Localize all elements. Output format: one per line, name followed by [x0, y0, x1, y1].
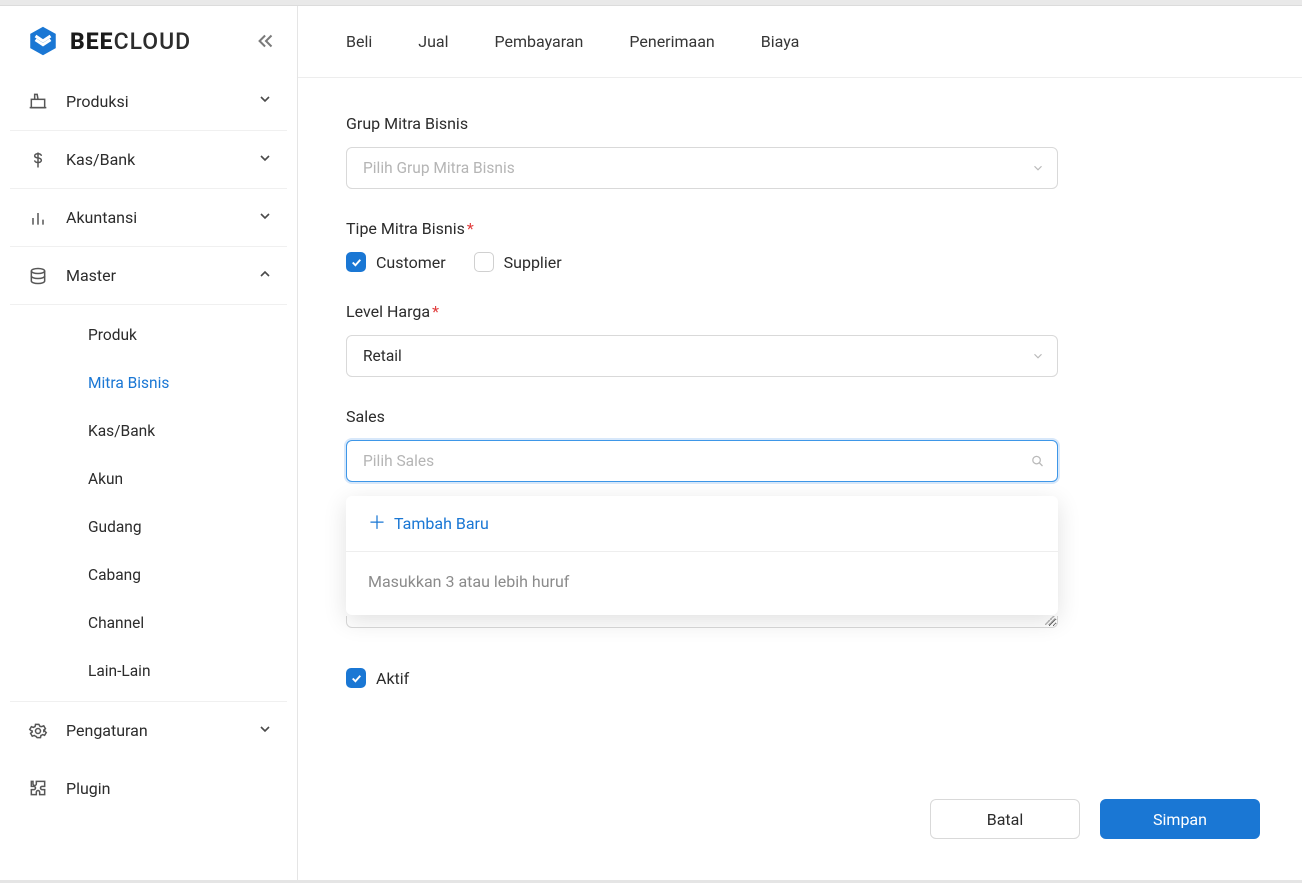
- field-tipe-mitra: Tipe Mitra Bisnis* Customer: [346, 219, 1058, 272]
- check-icon: [350, 256, 363, 269]
- chevron-down-icon: [1031, 161, 1045, 175]
- dropdown-add-label: Tambah Baru: [394, 514, 489, 533]
- textarea-resize-edge[interactable]: [346, 616, 1058, 628]
- tab-beli[interactable]: Beli: [346, 32, 372, 51]
- sidebar-item-label: Kas/Bank: [66, 150, 257, 169]
- sidebar-item-master[interactable]: Master: [10, 246, 287, 304]
- sidebar-sub-label: Akun: [88, 470, 123, 488]
- factory-icon: [28, 91, 52, 111]
- sidebar-item-label: Master: [66, 266, 257, 285]
- label-sales: Sales: [346, 407, 1058, 426]
- required-marker: *: [432, 302, 439, 321]
- field-aktif: Aktif: [346, 668, 409, 688]
- sidebar-collapse-button[interactable]: [255, 30, 277, 52]
- sidebar-sub-channel[interactable]: Channel: [10, 599, 287, 647]
- required-marker: *: [467, 219, 474, 238]
- gear-icon: [28, 721, 52, 741]
- form-footer: Batal Simpan: [930, 799, 1260, 839]
- sidebar-sub-lain-lain[interactable]: Lain-Lain: [10, 647, 287, 695]
- sidebar-item-label: Produksi: [66, 92, 257, 111]
- dropdown-hint: Masukkan 3 atau lebih huruf: [346, 552, 1058, 615]
- sidebar-sub-label: Produk: [88, 326, 137, 344]
- brand-row: BEECLOUD: [0, 6, 297, 72]
- chevron-down-icon: [1031, 349, 1045, 363]
- main-area: Beli Jual Pembayaran Penerimaan Biaya Gr…: [298, 6, 1302, 883]
- bar-chart-icon: [28, 208, 52, 228]
- select-placeholder: Pilih Sales: [363, 452, 434, 470]
- sidebar-sub-label: Lain-Lain: [88, 662, 151, 680]
- checkbox-customer[interactable]: Customer: [346, 252, 446, 272]
- puzzle-icon: [28, 778, 52, 798]
- sidebar-item-label: Plugin: [66, 779, 273, 798]
- sidebar-item-produksi[interactable]: Produksi: [10, 72, 287, 130]
- select-grup-mitra[interactable]: Pilih Grup Mitra Bisnis: [346, 147, 1058, 189]
- sidebar-nav: Produksi Kas/Bank Akuntansi: [0, 72, 297, 817]
- select-sales[interactable]: Pilih Sales: [346, 440, 1058, 482]
- chevron-down-icon: [257, 150, 273, 170]
- chevron-down-icon: [257, 208, 273, 228]
- sidebar-sub-label: Channel: [88, 614, 144, 632]
- label-tipe-mitra: Tipe Mitra Bisnis*: [346, 219, 1058, 238]
- field-grup-mitra: Grup Mitra Bisnis Pilih Grup Mitra Bisni…: [346, 114, 1058, 189]
- brand-logo-icon: [26, 24, 60, 58]
- chevron-down-icon: [257, 91, 273, 111]
- sidebar: BEECLOUD Produksi Kas/Bank: [0, 6, 298, 883]
- cancel-button[interactable]: Batal: [930, 799, 1080, 839]
- sidebar-sub-cabang[interactable]: Cabang: [10, 551, 287, 599]
- checkbox-label: Aktif: [376, 669, 409, 688]
- sidebar-submenu-master: Produk Mitra Bisnis Kas/Bank Akun Gudang…: [10, 304, 287, 701]
- sidebar-item-label: Pengaturan: [66, 721, 257, 740]
- chevron-up-icon: [257, 266, 273, 286]
- sidebar-sub-label: Kas/Bank: [88, 422, 155, 440]
- sidebar-sub-label: Mitra Bisnis: [88, 374, 169, 392]
- checkbox-label: Customer: [376, 253, 446, 272]
- sidebar-sub-akun[interactable]: Akun: [10, 455, 287, 503]
- checkbox-aktif[interactable]: Aktif: [346, 668, 409, 688]
- dropdown-add-new[interactable]: ＋ Tambah Baru: [346, 496, 1058, 552]
- sidebar-item-label: Akuntansi: [66, 208, 257, 227]
- field-sales: Sales Pilih Sales: [346, 407, 1058, 482]
- brand-bold: BEE: [70, 28, 114, 55]
- sidebar-item-kasbank[interactable]: Kas/Bank: [10, 130, 287, 188]
- checkbox-label: Supplier: [504, 253, 562, 272]
- sales-dropdown-panel: ＋ Tambah Baru Masukkan 3 atau lebih huru…: [346, 496, 1058, 615]
- plus-icon: ＋: [368, 515, 386, 533]
- checkbox-box: [346, 668, 366, 688]
- sidebar-sub-label: Cabang: [88, 566, 141, 584]
- select-placeholder: Pilih Grup Mitra Bisnis: [363, 159, 515, 177]
- sidebar-sub-kasbank[interactable]: Kas/Bank: [10, 407, 287, 455]
- sidebar-item-akuntansi[interactable]: Akuntansi: [10, 188, 287, 246]
- tab-pembayaran[interactable]: Pembayaran: [494, 32, 583, 51]
- sidebar-item-plugin[interactable]: Plugin: [10, 759, 287, 817]
- checkbox-box: [474, 252, 494, 272]
- select-level-harga[interactable]: Retail: [346, 335, 1058, 377]
- check-icon: [350, 672, 363, 685]
- select-value: Retail: [363, 347, 402, 365]
- form-content: Grup Mitra Bisnis Pilih Grup Mitra Bisni…: [298, 78, 1302, 883]
- brand-name: BEECLOUD: [70, 28, 191, 55]
- save-button[interactable]: Simpan: [1100, 799, 1260, 839]
- chevron-double-left-icon: [255, 30, 277, 52]
- sidebar-sub-gudang[interactable]: Gudang: [10, 503, 287, 551]
- sidebar-sub-produk[interactable]: Produk: [10, 311, 287, 359]
- dollar-icon: [28, 150, 52, 170]
- search-icon: [1030, 454, 1045, 469]
- field-level-harga: Level Harga* Retail: [346, 302, 1058, 377]
- checkbox-box: [346, 252, 366, 272]
- database-icon: [28, 266, 52, 286]
- sidebar-item-pengaturan[interactable]: Pengaturan: [10, 701, 287, 759]
- sidebar-sub-label: Gudang: [88, 518, 142, 536]
- tab-jual[interactable]: Jual: [418, 32, 448, 51]
- label-grup-mitra: Grup Mitra Bisnis: [346, 114, 1058, 133]
- chevron-down-icon: [257, 721, 273, 741]
- label-text: Tipe Mitra Bisnis: [346, 219, 465, 238]
- label-level-harga: Level Harga*: [346, 302, 1058, 321]
- topbar-tabs: Beli Jual Pembayaran Penerimaan Biaya: [298, 6, 1302, 78]
- brand-light: CLOUD: [114, 28, 192, 55]
- label-text: Level Harga: [346, 302, 430, 321]
- tab-penerimaan[interactable]: Penerimaan: [629, 32, 714, 51]
- sidebar-sub-mitra-bisnis[interactable]: Mitra Bisnis: [10, 359, 287, 407]
- tab-biaya[interactable]: Biaya: [761, 32, 800, 51]
- checkbox-supplier[interactable]: Supplier: [474, 252, 562, 272]
